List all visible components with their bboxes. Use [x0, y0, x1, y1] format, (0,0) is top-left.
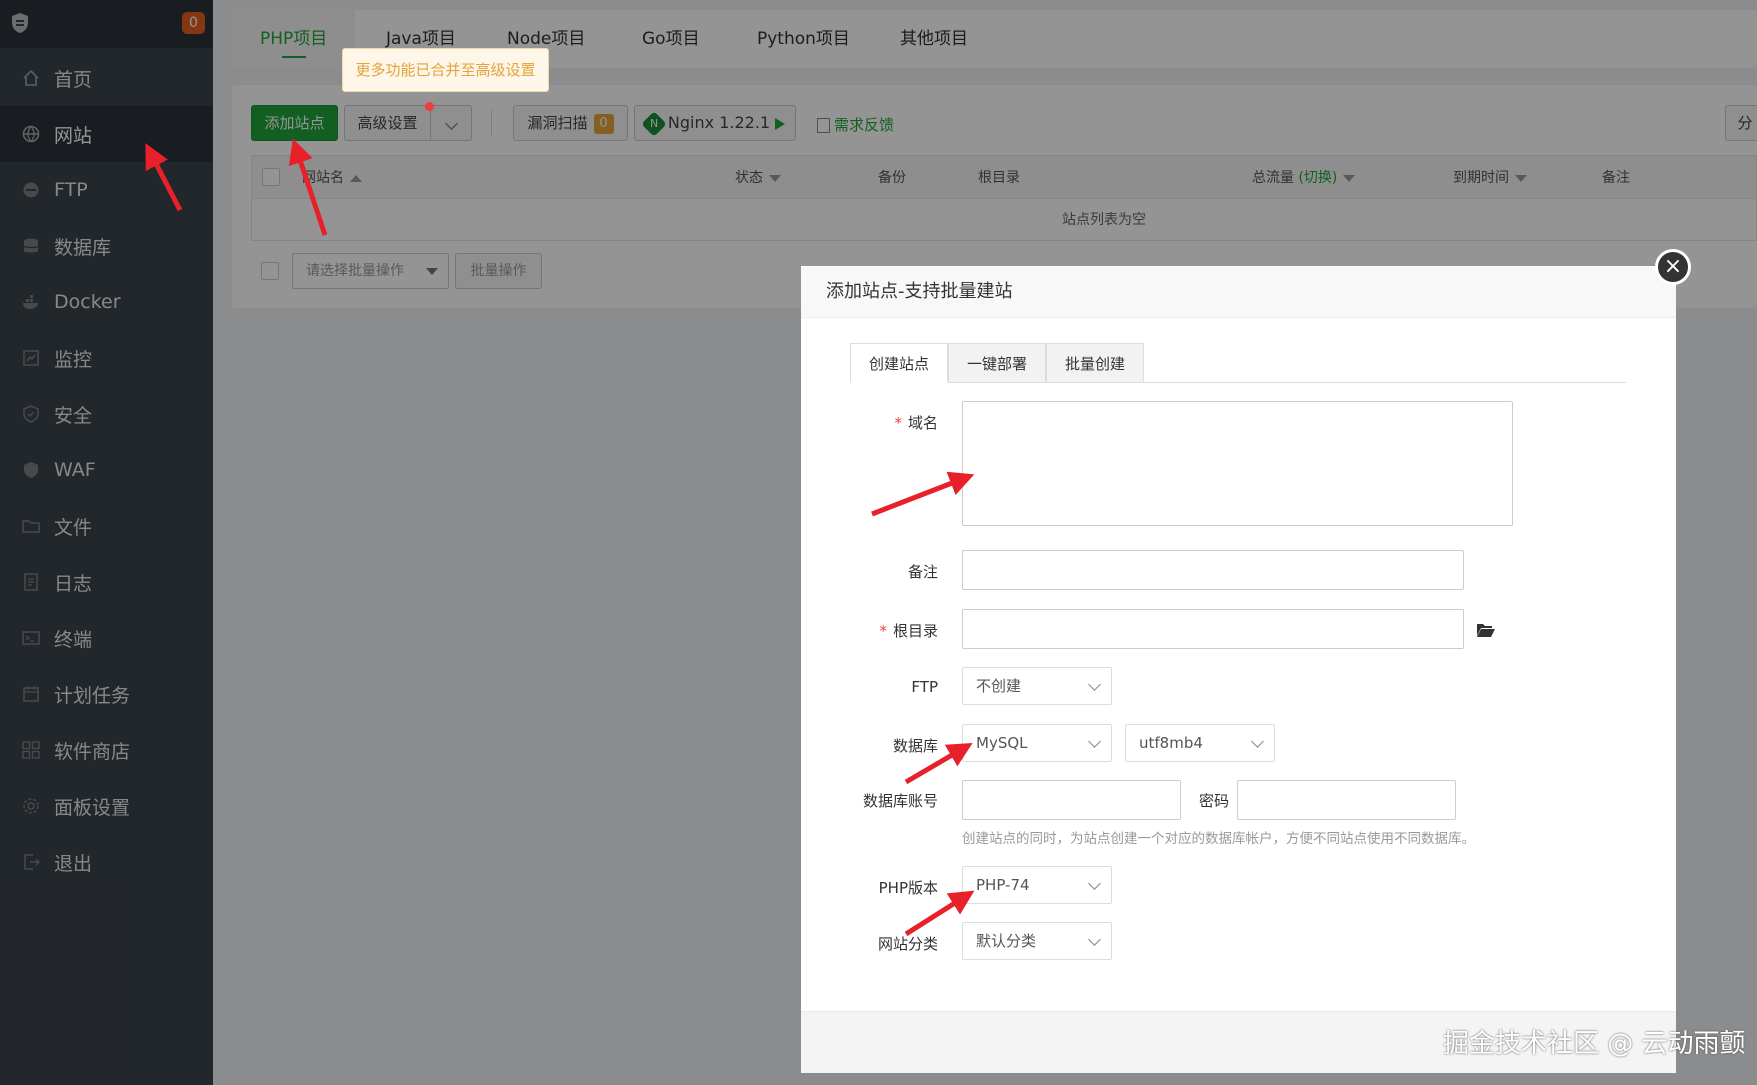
modal-title: 添加站点-支持批量建站	[801, 266, 1676, 318]
database-type-select[interactable]: MySQL	[962, 724, 1112, 762]
watermark: 掘金技术社区 @ 云动雨颤	[1443, 1029, 1746, 1059]
site-category-select[interactable]: 默认分类	[962, 922, 1112, 960]
charset-select[interactable]: utf8mb4	[1125, 724, 1275, 762]
ftp-label: FTP	[911, 678, 938, 696]
domain-textarea[interactable]	[962, 401, 1513, 526]
chevron-down-icon	[1088, 735, 1101, 748]
site-category-label: 网站分类	[877, 935, 938, 953]
tab-batch-create[interactable]: 批量创建	[1046, 343, 1144, 383]
close-icon: ×	[1663, 254, 1683, 279]
tooltip-advanced-hint: 更多功能已合并至高级设置	[342, 48, 549, 92]
database-label: 数据库	[892, 737, 938, 755]
db-account-input[interactable]	[962, 780, 1181, 820]
remark-input[interactable]	[962, 550, 1464, 590]
notice-dot	[425, 102, 434, 111]
chevron-down-icon	[1088, 678, 1101, 691]
chevron-down-icon	[1251, 735, 1264, 748]
db-account-label: 数据库账号	[862, 792, 938, 810]
php-version-select[interactable]: PHP-74	[962, 866, 1112, 904]
root-directory-input[interactable]	[962, 609, 1464, 649]
db-hint-text: 创建站点的同时，为站点创建一个对应的数据库帐户，方便不同站点使用不同数据库。	[962, 831, 1475, 847]
db-password-input[interactable]	[1237, 780, 1456, 820]
close-button[interactable]: ×	[1655, 249, 1691, 285]
remark-label: 备注	[907, 563, 938, 581]
tab-create-site[interactable]: 创建站点	[850, 343, 948, 383]
php-version-label: PHP版本	[878, 879, 938, 897]
chevron-down-icon	[1088, 877, 1101, 890]
modal-tabs: 创建站点 一键部署 批量创建	[850, 343, 1626, 383]
password-label: 密码	[1199, 792, 1230, 810]
chevron-down-icon	[1088, 933, 1101, 946]
ftp-select[interactable]: 不创建	[962, 667, 1112, 705]
domain-label: * 域名	[894, 414, 938, 432]
tab-one-click-deploy[interactable]: 一键部署	[948, 343, 1046, 383]
root-label: * 根目录	[879, 622, 938, 640]
folder-open-icon[interactable]	[1476, 622, 1496, 638]
